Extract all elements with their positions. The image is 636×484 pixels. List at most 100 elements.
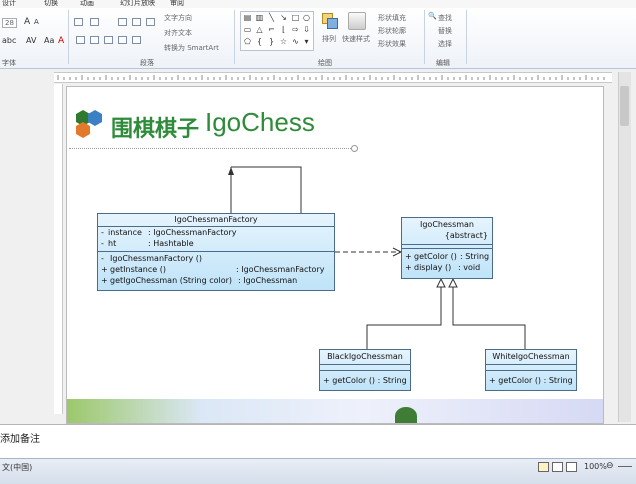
align-right-icon[interactable]	[104, 36, 113, 44]
increase-indent-icon[interactable]	[132, 18, 141, 26]
right-arrow-shape-icon[interactable]: ⇨	[290, 25, 301, 34]
strikethrough-icon[interactable]: abc	[2, 36, 16, 45]
uml-class-white[interactable]: WhiteIgoChessman + getColor () : String	[485, 349, 577, 391]
shape-effects-button[interactable]: 形状效果	[378, 39, 406, 49]
igochessman-op-vis: +	[405, 252, 412, 261]
corner-shape-icon[interactable]: ⌐	[266, 25, 277, 34]
slide-sorter-icon[interactable]	[552, 462, 563, 472]
font-size-increase-icon[interactable]: A	[24, 17, 30, 27]
zoom-slider[interactable]	[618, 466, 632, 467]
factory-attr-name: ht	[108, 239, 117, 248]
star-shape-icon[interactable]: ☆	[278, 37, 289, 46]
horizontal-ruler[interactable]	[54, 72, 612, 83]
uml-divider	[402, 244, 492, 245]
arrange-button[interactable]: 排列	[322, 34, 336, 44]
zoom-out-icon[interactable]: ⊖	[606, 461, 614, 471]
elbow-shape-icon[interactable]: ⌊	[278, 25, 289, 34]
shape-fill-button[interactable]: 形状填充	[378, 13, 406, 23]
shape-outline-button[interactable]: 形状轮廓	[378, 26, 406, 36]
convert-smartart-button[interactable]: 转换为 SmartArt	[164, 43, 219, 53]
justify-icon[interactable]	[118, 36, 127, 44]
vertical-scrollbar[interactable]	[618, 72, 631, 422]
uml-class-igochessman[interactable]: IgoChessman {abstract} + getColor () : S…	[401, 217, 493, 279]
menu-item-slideshow[interactable]: 幻灯片放映	[120, 0, 155, 8]
ribbon-separator	[424, 10, 425, 64]
factory-attr-type: : IgoChessmanFactory	[148, 228, 237, 237]
factory-op-name: getIgoChessman (String color)	[110, 276, 233, 285]
down-arrow-shape-icon[interactable]: ⇩	[301, 25, 312, 34]
editing-group-label: 编辑	[436, 59, 450, 67]
find-button[interactable]: 查找	[438, 13, 452, 23]
bracket-shape-icon[interactable]: }	[266, 37, 277, 46]
triangle-shape-icon[interactable]: △	[254, 25, 265, 34]
notes-pane[interactable]	[0, 424, 636, 459]
quick-styles-icon[interactable]	[348, 12, 366, 30]
uml-divider	[320, 364, 410, 365]
ribbon-separator	[234, 10, 235, 64]
scrollbar-thumb[interactable]	[620, 86, 629, 126]
find-icon[interactable]: 🔍	[428, 12, 437, 20]
font-size-decrease-icon[interactable]: A	[34, 18, 39, 26]
white-op: + getColor () : String	[489, 376, 573, 385]
menu-item-animations[interactable]: 动画	[80, 0, 94, 8]
factory-op-name: getInstance ()	[110, 265, 166, 274]
rectangle-shape-icon[interactable]: □	[290, 13, 301, 22]
select-button[interactable]: 选择	[438, 39, 452, 49]
align-left-icon[interactable]	[76, 36, 85, 44]
white-class-title: WhiteIgoChessman	[492, 352, 570, 361]
oval-shape-icon[interactable]: ○	[301, 13, 312, 22]
arrange-icon[interactable]	[322, 13, 338, 29]
uml-divider	[486, 364, 576, 365]
change-case-icon[interactable]: Aa	[44, 36, 54, 45]
textbox-vertical-shape-icon[interactable]: ▥	[254, 13, 265, 22]
menu-item-transitions[interactable]: 切换	[44, 0, 58, 8]
menu-item-design[interactable]: 设计	[2, 0, 16, 8]
black-op: + getColor () : String	[323, 376, 407, 385]
factory-op-type: : IgoChessman	[238, 276, 298, 285]
igochessman-op-name: display ()	[414, 263, 452, 272]
align-center-icon[interactable]	[90, 36, 99, 44]
zoom-level[interactable]: 100%	[584, 462, 607, 471]
font-size-field[interactable]: 28	[2, 18, 17, 28]
line-shape-icon[interactable]: ╲	[266, 13, 277, 22]
notes-placeholder[interactable]: 添加备注	[0, 430, 40, 445]
quick-styles-button[interactable]: 快速样式	[342, 34, 370, 44]
more-shapes-icon[interactable]: ▾	[301, 37, 312, 46]
arrow-shape-icon[interactable]: ↘	[278, 13, 289, 22]
igochessman-op-type: : String	[460, 252, 490, 261]
shapes-gallery[interactable]: ▤ ▥ ╲ ↘ □ ○ ▭ △ ⌐ ⌊ ⇨ ⇩ ⬠ { } ☆ ∿ ▾	[240, 11, 314, 51]
replace-button[interactable]: 替换	[438, 26, 452, 36]
uml-divider	[486, 370, 576, 371]
char-spacing-icon[interactable]: AV	[26, 36, 36, 45]
decrease-indent-icon[interactable]	[118, 18, 127, 26]
normal-view-icon[interactable]	[538, 462, 549, 472]
slide-canvas[interactable]: 围棋棋子 IgoChess IgoChessmanFactory - insta…	[66, 86, 604, 424]
factory-op-name: IgoChessmanFactory ()	[110, 254, 203, 263]
factory-op-vis: -	[101, 254, 104, 263]
curve-shape-icon[interactable]: ∿	[290, 37, 301, 46]
drawing-group-label: 绘图	[318, 59, 332, 67]
ribbon-separator	[466, 10, 467, 64]
uml-divider	[320, 370, 410, 371]
line-spacing-icon[interactable]	[146, 18, 155, 26]
vertical-ruler[interactable]	[54, 84, 63, 414]
uml-class-factory[interactable]: IgoChessmanFactory - instance : IgoChess…	[97, 213, 335, 291]
numbering-icon[interactable]	[90, 18, 99, 26]
textbox-shape-icon[interactable]: ▤	[242, 13, 253, 22]
uml-divider	[402, 248, 492, 249]
text-direction-button[interactable]: 文字方向	[164, 13, 192, 23]
ribbon-separator	[68, 10, 69, 64]
brace-shape-icon[interactable]: {	[254, 37, 265, 46]
columns-icon[interactable]	[132, 36, 141, 44]
pentagon-shape-icon[interactable]: ⬠	[242, 37, 253, 46]
font-color-icon[interactable]: A	[58, 36, 64, 46]
bullets-icon[interactable]	[74, 18, 83, 26]
reading-view-icon[interactable]	[566, 462, 577, 472]
black-class-title: BlackIgoChessman	[327, 352, 403, 361]
rounded-rect-shape-icon[interactable]: ▭	[242, 25, 253, 34]
menu-item-review[interactable]: 审阅	[170, 0, 184, 8]
align-text-button[interactable]: 对齐文本	[164, 28, 192, 38]
uml-class-black[interactable]: BlackIgoChessman + getColor () : String	[319, 349, 411, 391]
language-indicator[interactable]: 文(中国)	[2, 462, 32, 473]
igochessman-op-type: : void	[458, 263, 481, 272]
